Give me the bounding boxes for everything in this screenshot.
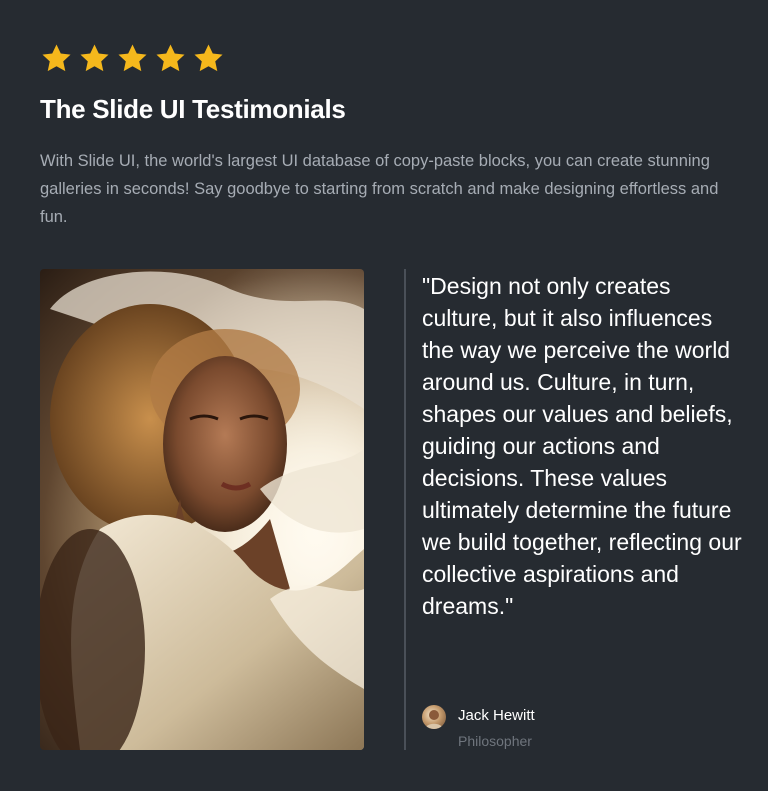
avatar [422, 705, 446, 729]
vertical-divider [404, 269, 406, 750]
testimonial-description: With Slide UI, the world's largest UI da… [40, 152, 719, 226]
star-rating [40, 42, 225, 75]
star-icon [194, 44, 223, 72]
testimonial-title: The Slide UI Testimonials [40, 94, 346, 124]
author-name: Jack Hewitt [458, 707, 535, 724]
testimonial-quote: "Design not only creates culture, but it… [422, 273, 742, 619]
testimonial-photo [40, 269, 364, 750]
author-text: Jack Hewitt Philosopher [458, 704, 535, 753]
star-icon [156, 44, 185, 72]
testimonial-card: The Slide UI Testimonials With Slide UI,… [0, 0, 768, 791]
author-info: Jack Hewitt Philosopher [422, 704, 535, 753]
star-icon [118, 44, 147, 72]
star-icon [80, 44, 109, 72]
star-icon [42, 44, 71, 72]
author-role: Philosopher [458, 733, 532, 749]
